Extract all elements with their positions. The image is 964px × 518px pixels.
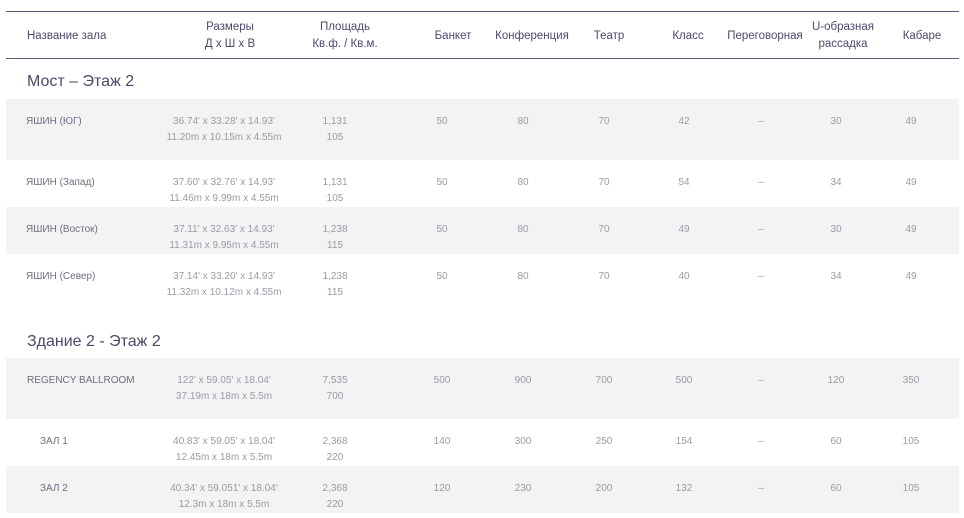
cell-dims: 36.74' x 33.28' x 14.93' 11.20m x 10.15m… xyxy=(166,116,282,143)
cell-banquet: 50 xyxy=(436,177,448,188)
cell-boardroom: – xyxy=(758,436,764,447)
cell-banquet: 50 xyxy=(436,116,448,127)
cell-area: 1,238 115 xyxy=(322,271,348,298)
cell-conference: 80 xyxy=(517,177,529,188)
cell-ushape: 120 xyxy=(827,375,845,386)
cell-class: 154 xyxy=(675,436,693,447)
cell-class: 132 xyxy=(675,483,693,494)
table-row: REGENCY BALLROOM 122' x 59.05' x 18.04' 3… xyxy=(6,358,959,419)
room-name: REGENCY BALLROOM xyxy=(27,375,135,386)
cell-theater: 70 xyxy=(598,224,610,235)
cell-boardroom: – xyxy=(758,116,764,127)
col-header-cabaret: Кабаре xyxy=(902,29,942,42)
section-title-bridge: Мост – Этаж 2 xyxy=(27,73,135,90)
cell-conference: 900 xyxy=(514,375,532,386)
cell-area: 2,368 220 xyxy=(322,436,348,463)
col-header-boardroom: Переговорная xyxy=(727,29,803,42)
cell-conference: 80 xyxy=(517,271,529,282)
cell-dims: 122' x 59.05' x 18.04' 37.19m x 18m x 5.… xyxy=(175,375,273,402)
col-header-dimensions: Размеры Д x Ш x В xyxy=(204,21,256,50)
cell-boardroom: – xyxy=(758,483,764,494)
cell-area: 7,535 700 xyxy=(322,375,348,402)
cell-ushape: 30 xyxy=(830,116,842,127)
cell-theater: 70 xyxy=(598,271,610,282)
cell-class: 40 xyxy=(678,271,690,282)
room-name: ЯШИН (ЮГ) xyxy=(26,116,82,127)
table-row: ЯШИН (Запад) 37.60' x 32.76' x 14.93' 11.… xyxy=(6,160,959,207)
table-row: ЯШИН (Восток) 37.11' x 32.63' x 14.93' 11… xyxy=(6,207,959,254)
cell-class: 500 xyxy=(675,375,693,386)
cell-banquet: 140 xyxy=(433,436,451,447)
cell-banquet: 50 xyxy=(436,271,448,282)
cell-cabaret: 49 xyxy=(905,224,917,235)
cell-dims: 37.60' x 32.76' x 14.93' 11.46m x 9.99m … xyxy=(169,177,279,204)
cell-ushape: 60 xyxy=(830,436,842,447)
table-row: ЗАЛ 2 40.34' x 59.051' x 18.04' 12.3m x 1… xyxy=(6,466,959,513)
cell-area: 1,131 105 xyxy=(322,116,348,143)
cell-banquet: 500 xyxy=(433,375,451,386)
cell-area: 1,131 105 xyxy=(322,177,348,204)
cell-boardroom: – xyxy=(758,271,764,282)
cell-theater: 700 xyxy=(595,375,613,386)
cell-ushape: 34 xyxy=(830,271,842,282)
cell-boardroom: – xyxy=(758,177,764,188)
cell-cabaret: 49 xyxy=(905,116,917,127)
cell-conference: 80 xyxy=(517,116,529,127)
col-header-ushape: U-образная рассадка xyxy=(811,21,875,50)
header-bottom-border xyxy=(6,58,959,59)
cell-ushape: 34 xyxy=(830,177,842,188)
col-header-class: Класс xyxy=(672,29,704,42)
room-name: ЯШИН (Восток) xyxy=(26,224,98,235)
cell-cabaret: 105 xyxy=(902,436,920,447)
cell-area: 1,238 115 xyxy=(322,224,348,251)
cell-cabaret: 105 xyxy=(902,483,920,494)
cell-ushape: 30 xyxy=(830,224,842,235)
cell-cabaret: 49 xyxy=(905,271,917,282)
cell-dims: 40.83' x 59.05' x 18.04' 12.45m x 18m x … xyxy=(173,436,275,463)
cell-conference: 300 xyxy=(514,436,532,447)
cell-dims: 40.34' x 59.051' x 18.04' 12.3m x 18m x … xyxy=(170,483,278,510)
col-header-area: Площадь Кв.ф. / Кв.м. xyxy=(312,21,378,50)
cell-banquet: 50 xyxy=(436,224,448,235)
table-row: ЯШИН (Север) 37.14' x 33.20' x 14.93' 11.… xyxy=(6,254,959,301)
cell-cabaret: 350 xyxy=(902,375,920,386)
section-title-building2: Здание 2 - Этаж 2 xyxy=(27,333,161,350)
cell-boardroom: – xyxy=(758,375,764,386)
table-header: Название зала Размеры Д x Ш x В Площадь … xyxy=(0,14,964,58)
cell-banquet: 120 xyxy=(433,483,451,494)
cell-boardroom: – xyxy=(758,224,764,235)
cell-theater: 70 xyxy=(598,177,610,188)
cell-theater: 70 xyxy=(598,116,610,127)
cell-theater: 250 xyxy=(595,436,613,447)
cell-dims: 37.14' x 33.20' x 14.93' 11.32m x 10.12m… xyxy=(166,271,282,298)
capacity-table: Название зала Размеры Д x Ш x В Площадь … xyxy=(0,0,964,518)
room-name: ЯШИН (Запад) xyxy=(26,177,95,188)
cell-dims: 37.11' x 32.63' x 14.93' 11.31m x 9.95m … xyxy=(169,224,279,251)
room-name: ЗАЛ 2 xyxy=(40,483,68,494)
cell-class: 42 xyxy=(678,116,690,127)
table-row: ЗАЛ 1 40.83' x 59.05' x 18.04' 12.45m x 1… xyxy=(6,419,959,466)
col-header-name: Название зала xyxy=(27,29,107,42)
room-name: ЯШИН (Север) xyxy=(26,271,96,282)
col-header-conference: Конференция xyxy=(495,29,569,42)
cell-ushape: 60 xyxy=(830,483,842,494)
table-row: ЯШИН (ЮГ) 36.74' x 33.28' x 14.93' 11.20m… xyxy=(6,99,959,160)
col-header-theater: Театр xyxy=(593,29,625,42)
cell-class: 49 xyxy=(678,224,690,235)
room-name: ЗАЛ 1 xyxy=(40,436,68,447)
cell-theater: 200 xyxy=(595,483,613,494)
header-top-border xyxy=(6,11,959,12)
cell-cabaret: 49 xyxy=(905,177,917,188)
col-header-banquet: Банкет xyxy=(434,29,472,42)
cell-area: 2,368 220 xyxy=(322,483,348,510)
cell-class: 54 xyxy=(678,177,690,188)
cell-conference: 230 xyxy=(514,483,532,494)
cell-conference: 80 xyxy=(517,224,529,235)
